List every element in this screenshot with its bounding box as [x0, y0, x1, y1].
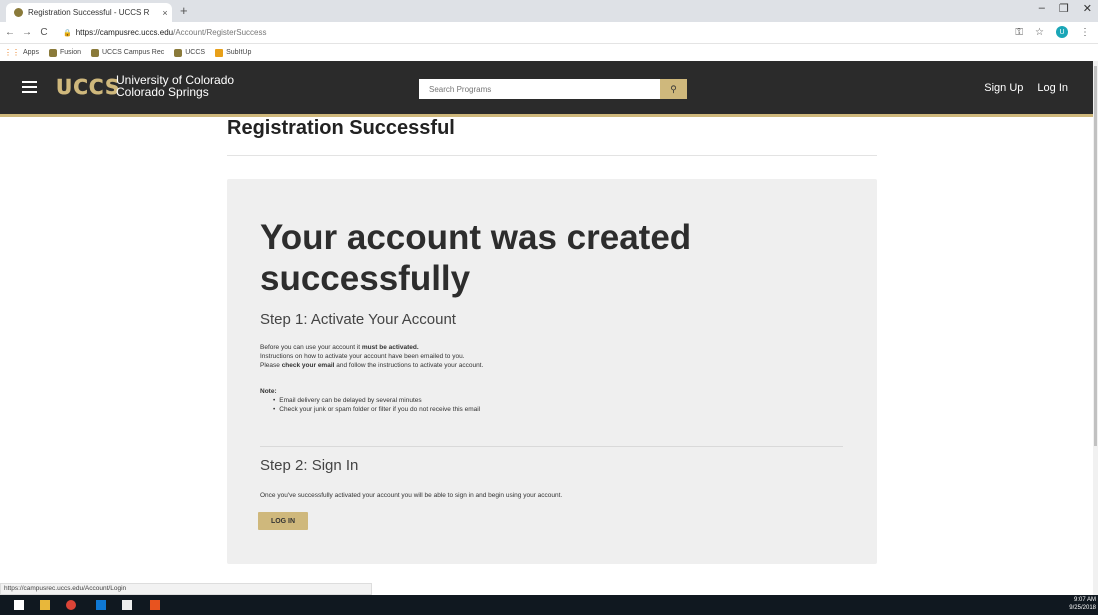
- browser-tab[interactable]: Registration Successful - UCCS R ×: [6, 3, 172, 22]
- note-label: Note:: [260, 388, 277, 395]
- file-explorer-icon[interactable]: [40, 600, 50, 610]
- bookmark-label: Fusion: [59, 49, 81, 56]
- university-line-2: Colorado Springs: [116, 85, 209, 99]
- forward-icon[interactable]: →: [20, 27, 34, 38]
- app-icon[interactable]: [150, 600, 160, 610]
- taskbar-clock[interactable]: 9:07 AM 9/25/2018: [1069, 596, 1096, 612]
- university-name[interactable]: University of Colorado Colorado Springs: [116, 74, 234, 98]
- apps-grid-icon: ⋮⋮: [4, 48, 20, 57]
- reload-icon[interactable]: C: [37, 27, 51, 38]
- text-span: and follow the instructions to activate …: [334, 362, 484, 369]
- uccs-favicon-icon: [90, 48, 99, 57]
- browser-tabstrip: Registration Successful - UCCS R × + – ❐…: [0, 0, 1098, 22]
- new-tab-button[interactable]: +: [180, 3, 188, 19]
- page-title: Registration Successful: [227, 117, 455, 139]
- subitup-icon: [215, 48, 224, 57]
- uccs-favicon-icon: [174, 48, 183, 57]
- step1-title: Step 1: Activate Your Account: [260, 311, 456, 328]
- bookmark-fusion[interactable]: Fusion: [48, 48, 81, 57]
- log-in-link[interactable]: Log In: [1037, 82, 1068, 94]
- status-url-tooltip: https://campusrec.uccs.edu/Account/Login: [0, 583, 372, 595]
- bookmark-subitup[interactable]: SubItUp: [215, 48, 252, 57]
- hamburger-menu-icon[interactable]: [22, 81, 37, 96]
- clock-time: 9:07 AM: [1073, 597, 1096, 603]
- address-bar: ← → C 🔒 https://campusrec.uccs.edu /Acco…: [0, 22, 1098, 44]
- menu-kebab-icon[interactable]: ⋮: [1080, 27, 1090, 38]
- program-search: ⚲: [419, 79, 687, 99]
- tab-title: Registration Successful - UCCS R: [28, 8, 150, 17]
- log-in-button[interactable]: LOG IN: [258, 512, 308, 530]
- url-field[interactable]: 🔒 https://campusrec.uccs.edu /Account/Re…: [63, 28, 266, 37]
- search-input[interactable]: [419, 79, 660, 99]
- search-button[interactable]: ⚲: [660, 79, 687, 99]
- bookmark-label: SubItUp: [226, 49, 252, 56]
- uccs-favicon-icon: [48, 48, 57, 57]
- text-line: Instructions on how to activate your acc…: [260, 353, 465, 360]
- key-icon[interactable]: ⚿: [1015, 27, 1023, 38]
- success-headline: Your account was created successfully: [260, 218, 692, 298]
- success-card: Your account was created successfully St…: [227, 179, 877, 564]
- bookmark-label: UCCS Campus Rec: [101, 49, 165, 56]
- bookmark-label: UCCS: [185, 49, 206, 56]
- header-links: Sign Up Log In: [984, 82, 1068, 94]
- url-host: https://campusrec.uccs.edu: [75, 28, 174, 37]
- step1-instructions: Before you can use your account it must …: [260, 343, 820, 370]
- close-window-icon[interactable]: ✕: [1083, 2, 1092, 15]
- text-span: Before you can use your account it: [260, 344, 362, 351]
- window-controls: – ❐ ✕: [1039, 2, 1092, 15]
- step2-title: Step 2: Sign In: [260, 457, 359, 474]
- bookmarks-bar: ⋮⋮ Apps Fusion UCCS Campus Rec UCCS SubIt…: [0, 44, 1098, 61]
- bookmark-uccs[interactable]: UCCS: [174, 48, 206, 57]
- clock-date: 9/25/2018: [1069, 605, 1096, 611]
- uccs-favicon-icon: [14, 8, 23, 17]
- chrome-icon[interactable]: [66, 600, 76, 610]
- sign-up-link[interactable]: Sign Up: [984, 82, 1023, 94]
- search-icon: ⚲: [670, 83, 677, 94]
- restore-icon[interactable]: ❐: [1059, 2, 1069, 15]
- emphasis-text: must be activated.: [361, 344, 419, 351]
- divider: [260, 446, 843, 447]
- profile-avatar[interactable]: U: [1056, 26, 1068, 38]
- text-span: Please: [260, 362, 282, 369]
- outlook-icon[interactable]: [96, 600, 106, 610]
- uccs-logo[interactable]: UCCS: [56, 75, 120, 100]
- emphasis-text: check your email: [281, 362, 335, 369]
- list-item: Email delivery can be delayed by several…: [273, 396, 480, 405]
- bookmark-apps[interactable]: ⋮⋮ Apps: [4, 48, 39, 57]
- address-bar-actions: ⚿ ☆ U ⋮: [1015, 26, 1090, 38]
- url-path: /Account/RegisterSuccess: [173, 28, 267, 37]
- site-header: UCCS University of Colorado Colorado Spr…: [0, 61, 1098, 117]
- back-icon[interactable]: ←: [3, 27, 17, 38]
- bookmark-campus-rec[interactable]: UCCS Campus Rec: [90, 48, 165, 57]
- tab-close-icon[interactable]: ×: [158, 8, 172, 18]
- divider: [227, 155, 877, 156]
- windows-start-icon[interactable]: [14, 600, 24, 610]
- bookmark-label: Apps: [23, 49, 39, 56]
- star-icon[interactable]: ☆: [1035, 27, 1044, 38]
- lock-icon: 🔒: [63, 29, 72, 37]
- list-item: Check your junk or spam folder or filter…: [273, 405, 480, 414]
- step2-instructions: Once you've successfully activated your …: [260, 492, 563, 499]
- app-icon[interactable]: [122, 600, 132, 610]
- windows-taskbar: 9:07 AM 9/25/2018: [0, 595, 1098, 615]
- scrollbar-thumb[interactable]: [1094, 66, 1097, 446]
- note-list: Email delivery can be delayed by several…: [273, 396, 480, 414]
- minimize-icon[interactable]: –: [1039, 2, 1045, 15]
